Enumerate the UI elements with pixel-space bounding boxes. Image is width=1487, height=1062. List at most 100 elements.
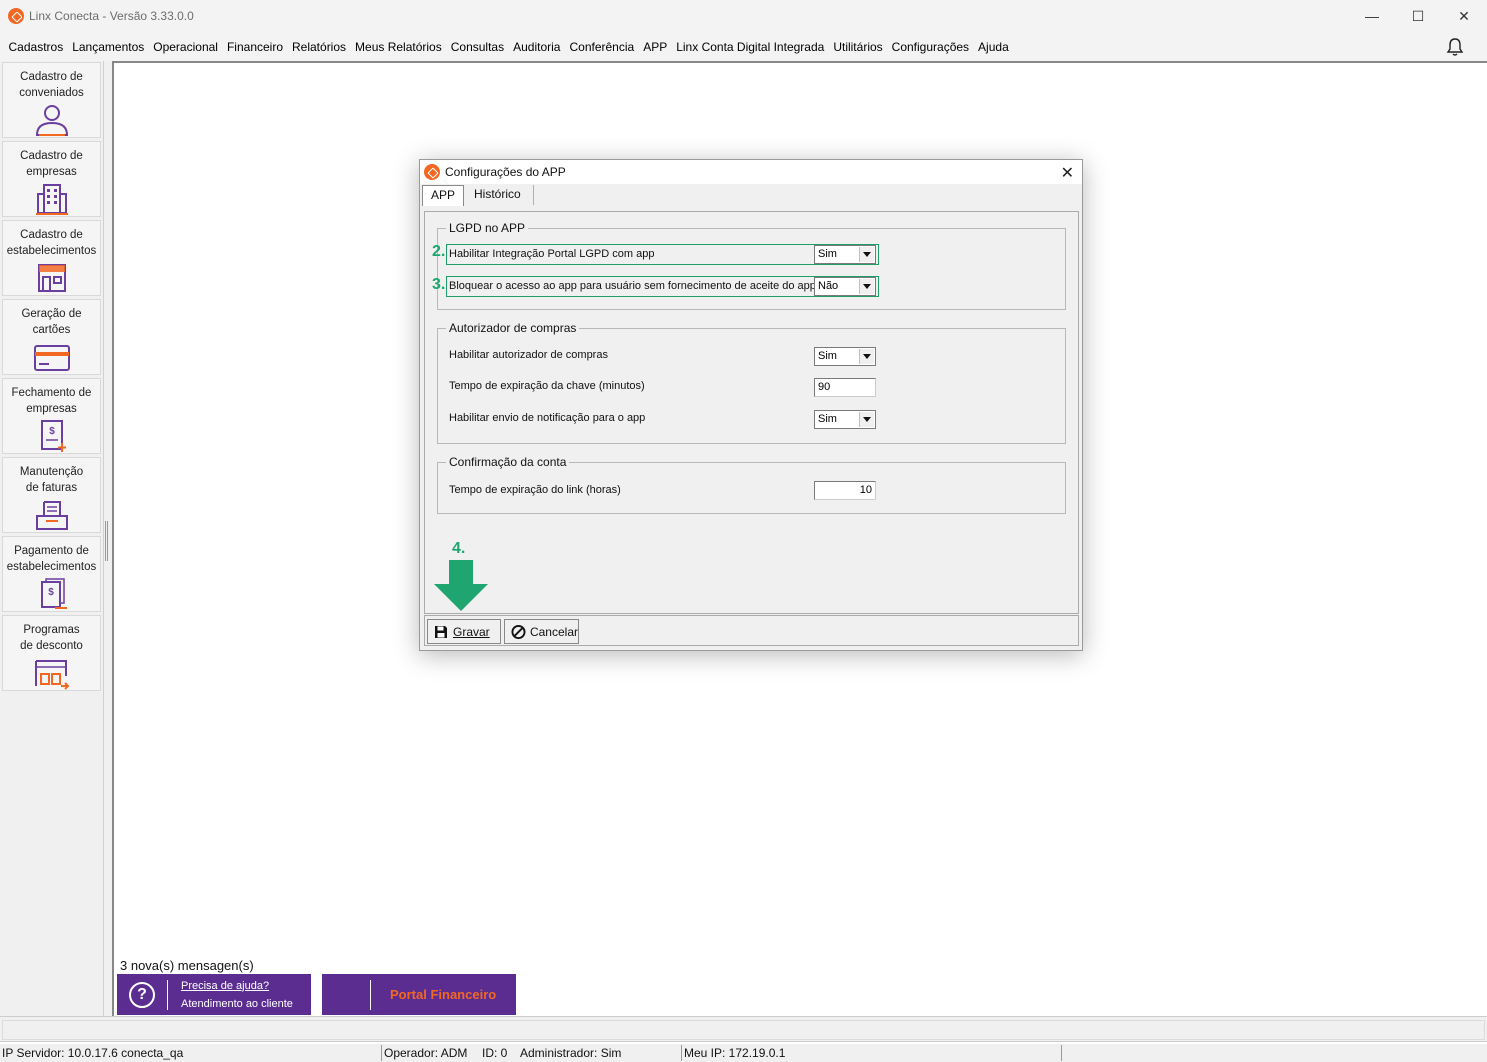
status-divider [1061,1045,1062,1061]
label-habilitar-notificacao: Habilitar envio de notificação para o ap… [449,412,646,424]
sidebar-item-label: Cadastro de conveniados [19,71,84,99]
chevron-down-icon[interactable] [859,349,874,364]
menu-utilitarios[interactable]: Utilitários [829,40,887,54]
select-bloquear-acesso[interactable]: Não [814,277,876,296]
menu-linx-conta-digital[interactable]: Linx Conta Digital Integrada [672,40,829,54]
sidebar-item-label: Programas de desconto [20,624,83,652]
input-tempo-link[interactable]: 10 [814,481,876,500]
dialog-button-bar: Gravar Cancelar [424,615,1079,646]
maximize-button[interactable]: ☐ [1395,0,1441,32]
dialog-tabs: APP Histórico [422,185,534,207]
sidebar-item-label: Cadastro de estabelecimentos [6,229,97,257]
chevron-down-icon[interactable] [859,279,874,294]
step-3-marker: 3. [432,276,446,293]
menu-configuracoes[interactable]: Configurações [887,40,973,54]
cancel-button-label: Cancelar [529,624,578,639]
sidebar-item-estabelecimentos[interactable]: Cadastro de estabelecimentos [2,220,101,296]
menu-bar: Cadastros Lançamentos Operacional Financ… [0,32,1487,61]
portal-separator [370,979,371,1010]
group-confirmacao: Confirmação da conta Tempo de expiração … [437,455,1066,514]
menu-app[interactable]: APP [639,40,672,54]
menu-auditoria[interactable]: Auditoria [509,40,565,54]
app-settings-dialog: Configurações do APP ✕ APP Histórico LGP… [419,159,1083,651]
store-icon [37,264,66,292]
label-habilitar-autorizador: Habilitar autorizador de compras [449,349,608,361]
status-admin: Administrador: Sim [520,1046,622,1060]
menu-relatorios[interactable]: Relatórios [288,40,351,54]
inbox-icon [35,501,68,530]
status-bar: IP Servidor: 10.0.17.6 conecta_qa Operad… [0,1044,1487,1062]
sidebar-item-label: Geração de cartões [21,308,82,336]
payment-doc-icon: $ [40,578,67,609]
dialog-close-button[interactable]: ✕ [1061,163,1074,183]
discount-icon [34,660,69,690]
sidebar-item-pagamento[interactable]: Pagamento de estabelecimentos $ [2,536,101,612]
tab-app[interactable]: APP [422,185,465,206]
dialog-title-bar[interactable]: Configurações do APP ✕ [420,160,1082,184]
invoice-add-icon: $ [40,420,66,452]
cancel-button[interactable]: Cancelar [504,619,579,644]
menu-lancamentos[interactable]: Lançamentos [68,40,149,54]
svg-text:$: $ [48,587,54,598]
chevron-down-icon[interactable] [859,247,874,262]
close-button[interactable]: ✕ [1441,0,1487,32]
help-link[interactable]: Precisa de ajuda? [181,977,293,995]
help-separator [167,979,168,1010]
save-button-label: Gravar [453,624,490,639]
step-2-marker: 2. [432,243,446,260]
app-logo-icon [424,164,440,180]
help-subtitle: Atendimento ao cliente [181,997,293,1010]
menu-cadastros[interactable]: Cadastros [4,40,68,54]
label-tempo-link: Tempo de expiração do link (horas) [449,484,621,496]
group-confirmacao-legend: Confirmação da conta [446,455,570,469]
select-value: Sim [818,350,837,362]
menu-financeiro[interactable]: Financeiro [222,40,287,54]
new-messages-link[interactable]: 3 nova(s) mensagen(s) [120,958,254,973]
portal-financeiro-label: Portal Financeiro [390,987,497,1002]
question-icon: ? [129,981,155,1008]
help-box[interactable]: ? Precisa de ajuda? Atendimento ao clien… [117,974,311,1015]
sidebar-item-conveniados[interactable]: Cadastro de conveniados [2,62,101,138]
chevron-down-icon[interactable] [859,412,874,427]
sidebar-item-fechamento[interactable]: Fechamento de empresas $ [2,378,101,454]
menu-operacional[interactable]: Operacional [149,40,223,54]
horizontal-scrollbar[interactable] [0,1016,1487,1042]
save-button[interactable]: Gravar [427,619,501,644]
svg-text:$: $ [49,426,55,437]
scrollbar-track[interactable] [2,1020,1485,1040]
menu-conferencia[interactable]: Conferência [565,40,639,54]
select-habilitar-notificacao[interactable]: Sim [814,410,876,429]
step-4-marker: 4. [452,540,466,557]
sidebar-item-faturas[interactable]: Manutenção de faturas [2,457,101,533]
menu-ajuda[interactable]: Ajuda [974,40,1014,54]
select-habilitar-autorizador[interactable]: Sim [814,347,876,366]
select-habilitar-lgpd[interactable]: Sim [814,245,876,264]
sidebar-item-empresas[interactable]: Cadastro de empresas [2,141,101,217]
sidebar-item-label: Pagamento de estabelecimentos [6,545,97,573]
minimize-button[interactable]: — [1349,0,1395,32]
status-divider [381,1045,382,1061]
menu-meus-relatorios[interactable]: Meus Relatórios [351,40,447,54]
portal-financeiro-button[interactable]: Portal Financeiro [322,974,516,1015]
sidebar-item-desconto[interactable]: Programas de desconto [2,615,101,691]
sidebar-item-cartoes[interactable]: Geração de cartões [2,299,101,375]
menu-consultas[interactable]: Consultas [446,40,508,54]
bell-icon[interactable] [1445,37,1465,57]
group-autorizador-legend: Autorizador de compras [446,321,580,335]
window-title: Linx Conecta - Versão 3.33.0.0 [29,9,194,23]
status-divider [681,1045,682,1061]
sidebar-splitter[interactable] [104,61,112,1016]
splitter-grip[interactable] [105,521,108,561]
arrow-down-icon [434,560,488,611]
label-habilitar-lgpd: Habilitar Integração Portal LGPD com app [449,248,655,260]
input-tempo-chave[interactable]: 90 [814,378,876,397]
select-value: Sim [818,413,837,425]
status-operator: Operador: ADM [384,1046,468,1060]
group-lgpd-legend: LGPD no APP [446,221,529,235]
label-bloquear-acesso: Bloquear o acesso ao app para usuário se… [449,280,816,292]
app-logo-icon [8,8,24,24]
status-server: IP Servidor: 10.0.17.6 conecta_qa [2,1046,184,1060]
card-icon [33,345,70,371]
select-value: Não [818,280,839,292]
tab-historico[interactable]: Histórico [464,185,534,205]
